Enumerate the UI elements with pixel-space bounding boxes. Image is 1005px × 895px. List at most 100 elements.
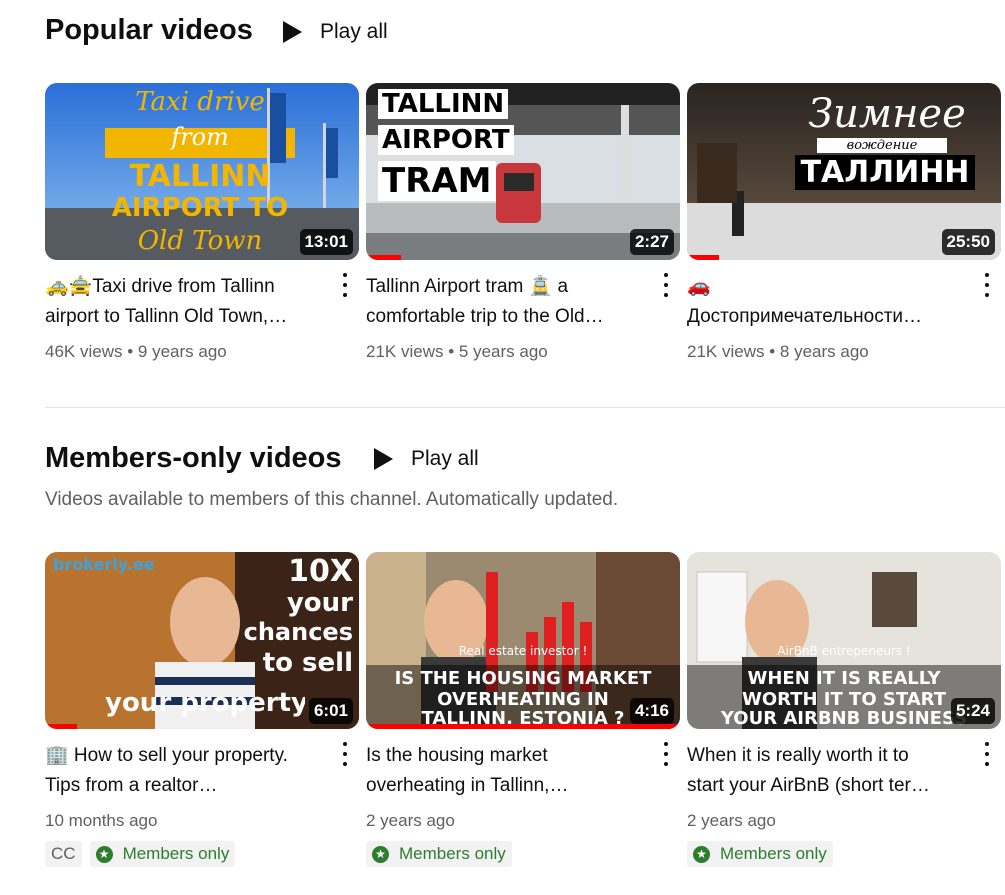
watch-progress xyxy=(45,724,77,729)
video-card[interactable]: Taxi drive from TALLINN AIRPORT TO Old T… xyxy=(45,83,359,362)
members-only-label: Members only xyxy=(720,844,827,863)
overlay-text: ТАЛЛИНН xyxy=(795,155,975,190)
play-all-members-button[interactable]: Play all xyxy=(374,447,479,471)
video-title[interactable]: When it is really worth it to start your… xyxy=(687,741,967,801)
view-count: 46K views xyxy=(45,342,123,361)
view-count: 21K views xyxy=(687,342,765,361)
upload-age: 9 years ago xyxy=(137,342,227,361)
video-title[interactable]: 🏢 How to sell your property. Tips from a… xyxy=(45,741,325,801)
play-icon xyxy=(374,448,393,470)
members-only-badge: ★ Members only xyxy=(687,841,833,867)
video-meta: 46K views • 9 years ago xyxy=(45,342,227,361)
video-card[interactable]: Real estate investor ! IS THE HOUSING MA… xyxy=(366,552,680,867)
video-thumbnail[interactable]: AirBnB entrepeneurs ! WHEN IT IS REALLY … xyxy=(687,552,1001,729)
badges: CC ★ Members only xyxy=(45,841,359,867)
video-thumbnail[interactable]: brokerly.ee 10X your chances to sell you… xyxy=(45,552,359,729)
members-only-badge: ★ Members only xyxy=(366,841,512,867)
video-title[interactable]: Is the housing market overheating in Tal… xyxy=(366,741,646,801)
upload-age: 5 years ago xyxy=(458,342,548,361)
more-actions-icon[interactable] xyxy=(343,742,349,766)
play-all-popular-button[interactable]: Play all xyxy=(283,20,388,44)
overlay-text: your property xyxy=(105,688,305,718)
overlay-text: вождение xyxy=(817,138,947,153)
overlay-text: TALLINN xyxy=(378,89,509,119)
badges: ★ Members only xyxy=(687,841,1001,867)
video-title-line: 🚗 xyxy=(687,276,711,297)
video-title[interactable]: Tallinn Airport tram 🚊 a comfortable tri… xyxy=(366,272,646,332)
duration-badge: 4:16 xyxy=(629,698,674,724)
more-actions-icon[interactable] xyxy=(985,273,991,297)
overlay-text: AIRPORT TO xyxy=(111,193,289,223)
video-card[interactable]: brokerly.ee 10X your chances to sell you… xyxy=(45,552,359,867)
section-title-members: Members-only videos xyxy=(45,442,342,474)
video-card[interactable]: Зимнее вождение ТАЛЛИНН 25:50 🚗 Достопри… xyxy=(687,83,1001,362)
overlay-text: chances xyxy=(243,618,353,646)
overlay-text: IS THE HOUSING MARKET xyxy=(394,668,652,689)
video-title[interactable]: 🚕🚖Taxi drive from Tallinn airport to Tal… xyxy=(45,272,325,332)
watch-progress xyxy=(366,724,680,729)
watch-progress xyxy=(687,255,719,260)
members-only-badge: ★ Members only xyxy=(89,841,236,867)
video-title-line: 🏢 How to sell your property. xyxy=(45,745,288,766)
section-description: Videos available to members of this chan… xyxy=(45,489,619,510)
watch-progress xyxy=(366,255,401,260)
duration-badge: 5:24 xyxy=(950,698,995,724)
overlay-text: WHEN IT IS REALLY xyxy=(747,668,941,689)
video-thumbnail[interactable]: Зимнее вождение ТАЛЛИНН 25:50 xyxy=(687,83,1001,260)
video-title-line: airport to Tallinn Old Town,… xyxy=(45,306,288,327)
overlay-text: Old Town xyxy=(137,226,263,256)
video-title-line: When it is really worth it to xyxy=(687,745,909,766)
upload-age: 2 years ago xyxy=(687,811,776,830)
video-title-line: Tips from a realtor… xyxy=(45,775,218,796)
video-meta: 21K views • 8 years ago xyxy=(687,342,869,361)
overlay-text: Real estate investor ! xyxy=(458,644,588,658)
video-title-line: start your AirBnB (short ter… xyxy=(687,775,930,796)
video-thumbnail[interactable]: Taxi drive from TALLINN AIRPORT TO Old T… xyxy=(45,83,359,260)
video-thumbnail[interactable]: Real estate investor ! IS THE HOUSING MA… xyxy=(366,552,680,729)
view-count: 21K views xyxy=(366,342,444,361)
overlay-text: AIRPORT xyxy=(378,125,514,155)
play-icon xyxy=(283,21,302,43)
more-actions-icon[interactable] xyxy=(664,742,670,766)
overlay-text: 10X xyxy=(288,554,353,589)
video-card[interactable]: TALLINN AIRPORT TRAM 2:27 Tallinn Airpor… xyxy=(366,83,680,362)
upload-age: 10 months ago xyxy=(45,811,158,830)
cc-badge: CC xyxy=(45,841,82,867)
overlay-text: TRAM xyxy=(378,161,496,201)
duration-badge: 2:27 xyxy=(629,229,674,255)
overlay-text: brokerly.ee xyxy=(53,555,155,574)
overlay-text: AirBnB entrepeneurs ! xyxy=(777,644,911,658)
overlay-text: to sell xyxy=(262,648,353,678)
video-title-line: comfortable trip to the Old… xyxy=(366,306,604,327)
video-thumbnail[interactable]: TALLINN AIRPORT TRAM 2:27 xyxy=(366,83,680,260)
overlay-text: Зимнее xyxy=(808,91,966,137)
more-actions-icon[interactable] xyxy=(343,273,349,297)
star-icon: ★ xyxy=(372,845,389,863)
video-title[interactable]: 🚗 Достопримечательности… xyxy=(687,272,967,332)
star-icon: ★ xyxy=(693,845,710,863)
badges: ★ Members only xyxy=(366,841,680,867)
duration-badge: 25:50 xyxy=(941,229,995,255)
video-title-line: Достопримечательности… xyxy=(687,306,923,327)
overlay-text: Taxi drive xyxy=(135,87,265,117)
video-meta: 21K views • 5 years ago xyxy=(366,342,548,361)
overlay-text: from xyxy=(171,123,229,151)
overlay-text: your xyxy=(286,588,353,618)
video-title-line: 🚕🚖Taxi drive from Tallinn xyxy=(45,276,275,297)
upload-age: 2 years ago xyxy=(366,811,455,830)
video-title-line: Tallinn Airport tram 🚊 a xyxy=(366,276,569,297)
section-title-popular: Popular videos xyxy=(45,14,253,46)
star-icon: ★ xyxy=(95,845,113,863)
play-all-label: Play all xyxy=(320,20,388,43)
overlay-text: TALLINN xyxy=(129,159,271,194)
more-actions-icon[interactable] xyxy=(985,742,991,766)
members-only-label: Members only xyxy=(122,844,230,863)
play-all-label: Play all xyxy=(411,447,479,470)
duration-badge: 6:01 xyxy=(308,698,353,724)
duration-badge: 13:01 xyxy=(299,229,353,255)
more-actions-icon[interactable] xyxy=(664,273,670,297)
upload-age: 8 years ago xyxy=(779,342,869,361)
video-title-line: Is the housing market xyxy=(366,745,548,766)
video-card[interactable]: AirBnB entrepeneurs ! WHEN IT IS REALLY … xyxy=(687,552,1001,867)
section-divider xyxy=(45,407,1005,408)
